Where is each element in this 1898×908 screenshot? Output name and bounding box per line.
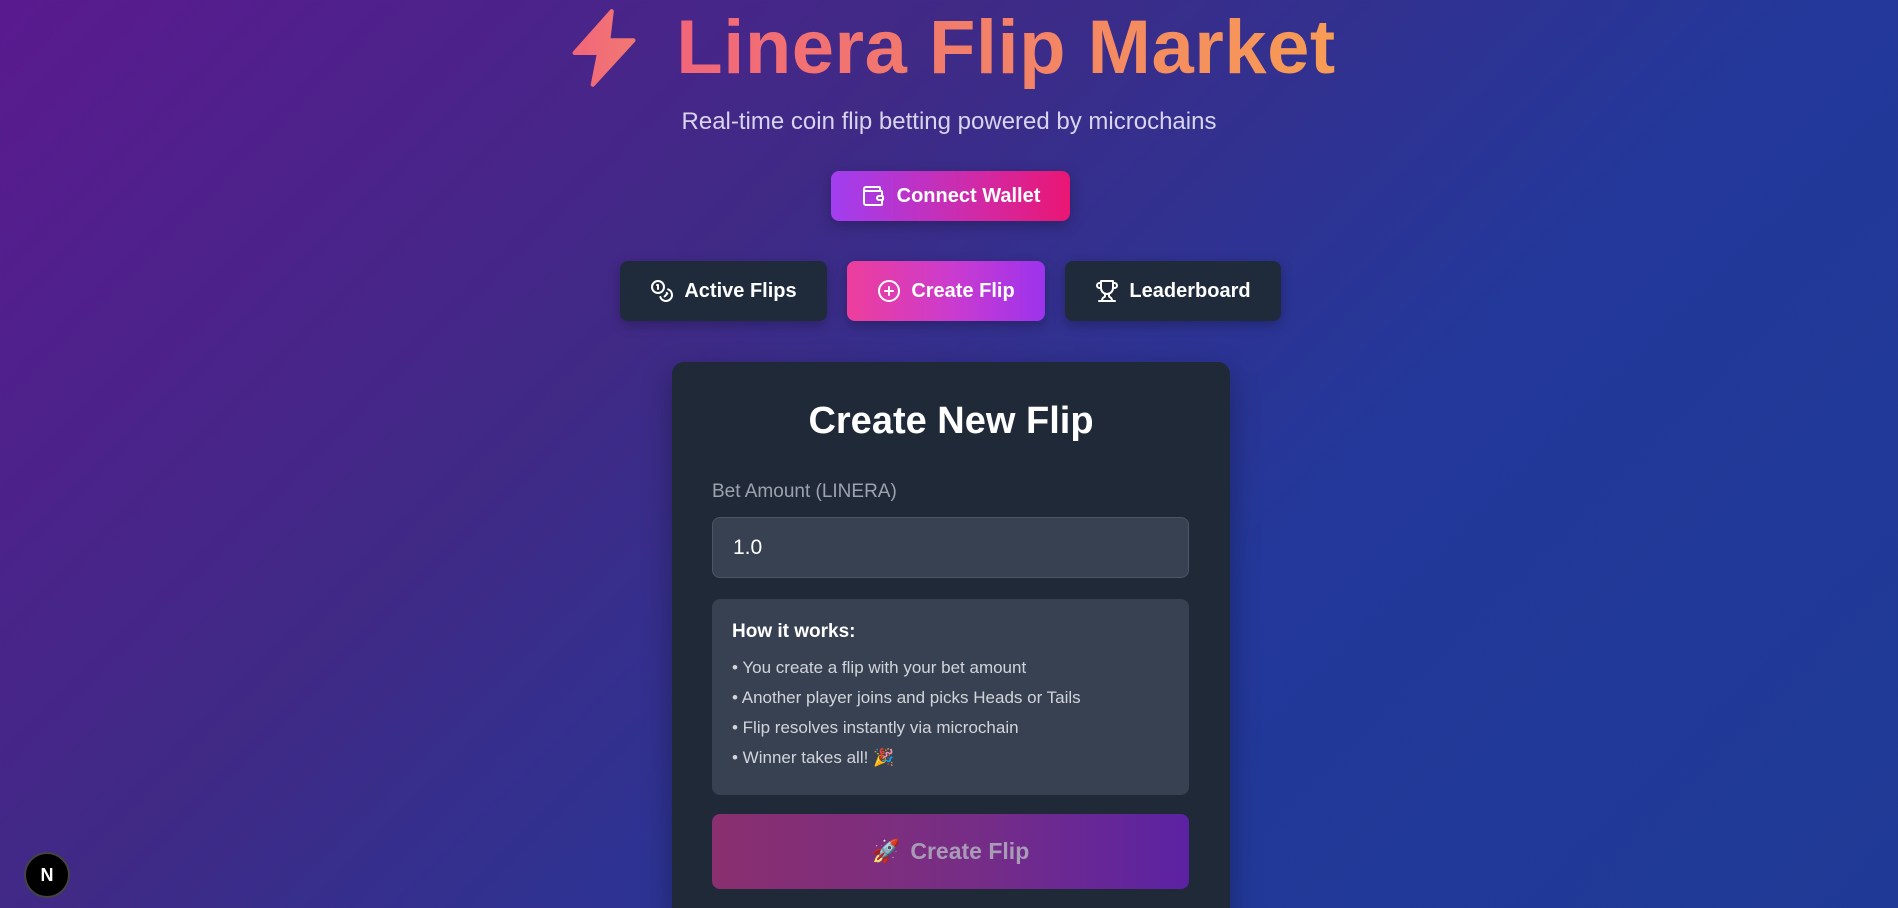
bet-amount-label: Bet Amount (LINERA) <box>712 481 897 502</box>
page-title: Linera Flip Market <box>676 2 1335 94</box>
tab-active-flips[interactable]: Active Flips <box>620 261 827 321</box>
list-item: • You create a flip with your bet amount <box>732 658 1027 677</box>
how-it-works-box: How it works: • You create a flip with y… <box>712 599 1189 795</box>
main-tabs: Active Flips Create Flip Leaderboard <box>0 261 1898 321</box>
list-item: • Another player joins and picks Heads o… <box>732 688 1081 707</box>
page-subtitle: Real-time coin flip betting powered by m… <box>681 108 1217 135</box>
plus-circle-icon <box>877 279 901 303</box>
tab-leaderboard-label: Leaderboard <box>1129 279 1251 302</box>
create-flip-submit-button[interactable]: 🚀 Create Flip <box>712 814 1189 889</box>
wallet-icon <box>861 184 885 208</box>
coins-icon <box>650 279 674 303</box>
tab-active-flips-label: Active Flips <box>684 279 797 302</box>
tab-leaderboard[interactable]: Leaderboard <box>1065 261 1281 321</box>
bet-amount-input[interactable] <box>712 517 1189 578</box>
create-flip-submit-label: Create Flip <box>910 838 1030 864</box>
connect-wallet-label: Connect Wallet <box>896 184 1041 207</box>
trophy-icon <box>1095 279 1119 303</box>
lightning-bolt-icon <box>562 6 646 90</box>
how-it-works-title: How it works: <box>732 621 856 642</box>
tab-create-flip-label: Create Flip <box>911 279 1015 302</box>
list-item: • Winner takes all! 🎉 <box>732 748 895 767</box>
connect-wallet-button[interactable]: Connect Wallet <box>831 171 1070 221</box>
page-header: Linera Flip Market <box>0 2 1898 94</box>
list-item: • Flip resolves instantly via microchain <box>732 718 1019 737</box>
dev-tools-badge[interactable]: N <box>24 852 70 898</box>
rocket-icon: 🚀 <box>871 838 901 864</box>
card-title: Create New Flip <box>808 400 1094 442</box>
dev-badge-label: N <box>40 864 54 885</box>
create-flip-card: Create New Flip Bet Amount (LINERA) How … <box>672 362 1230 908</box>
tab-create-flip[interactable]: Create Flip <box>847 261 1045 321</box>
